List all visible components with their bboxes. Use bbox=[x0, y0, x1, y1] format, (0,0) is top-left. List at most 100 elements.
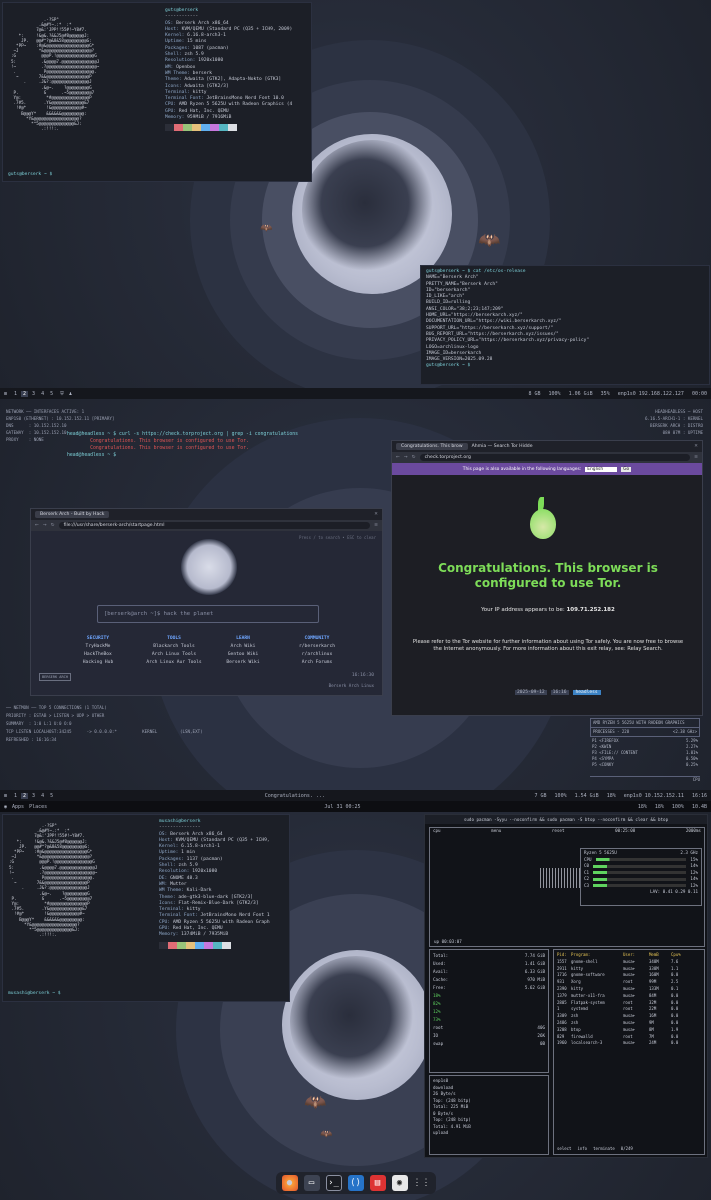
proc-footer-item[interactable]: terminate bbox=[593, 1146, 615, 1153]
info-key: Packages: bbox=[165, 45, 193, 51]
tab-berserk-arch[interactable]: Berserk Arch - Built by Hack bbox=[35, 511, 110, 518]
startpage-link[interactable]: Blackarch Tools bbox=[144, 643, 204, 651]
back-icon[interactable]: ← bbox=[35, 523, 39, 528]
proc-footer-item[interactable]: 0/249 bbox=[621, 1146, 633, 1153]
firefox-icon[interactable]: ● bbox=[281, 1175, 298, 1191]
startpage-link[interactable]: Hacking Hub bbox=[68, 659, 128, 667]
startpage-link[interactable]: r/archlinux bbox=[287, 651, 347, 659]
startpage-link[interactable]: Arch Forums bbox=[287, 659, 347, 667]
startpage-link[interactable]: Arch Linux Tools bbox=[144, 651, 204, 659]
settings-icon[interactable]: ◉ bbox=[391, 1175, 408, 1191]
proc-row[interactable]: 2805 Flatpak-system root 32M 0.0 bbox=[557, 1000, 701, 1007]
disk-name: IO bbox=[433, 1033, 439, 1038]
proc-cell: kitty bbox=[571, 965, 584, 971]
proc-row[interactable]: 1557 gnome-shell musa+ 348M 7.6 bbox=[557, 959, 701, 966]
proc-list[interactable]: 1557 gnome-shell musa+ 348M 7.6 2911 kitty musa… bbox=[557, 959, 701, 1047]
places-menu[interactable]: Places bbox=[29, 804, 47, 810]
neofetch-terminal[interactable]: .-?SP° .&@#Y~.:* :* 7@&:'JPP!!55#!~Y8#7.… bbox=[2, 814, 290, 1002]
proc-row[interactable]: 2390 kitty musa+ 133M 0.1 bbox=[557, 986, 701, 993]
terminal-prompt[interactable]: guts@berserk ~ $ bbox=[8, 172, 52, 178]
apps-icon[interactable]: ⊞ bbox=[4, 793, 7, 799]
startpage-link[interactable]: TryHackMe bbox=[68, 643, 128, 651]
workspace-1[interactable]: 1 bbox=[12, 793, 19, 799]
btop-interval[interactable]: 2000ms bbox=[686, 828, 701, 833]
proc-row[interactable]: 3309 zsh musa+ 16M 0.0 bbox=[557, 1013, 701, 1020]
proc-footer-item[interactable]: select bbox=[557, 1146, 571, 1153]
proc-row[interactable]: 1 systemd root 22M 0.0 bbox=[557, 1006, 701, 1013]
menu-icon[interactable]: ≡ bbox=[694, 455, 698, 460]
language-select[interactable]: English bbox=[585, 466, 618, 472]
proc-row[interactable]: 931 Xorg root 99M 2.5 bbox=[557, 979, 701, 986]
address-bar[interactable]: file:///usr/share/berserk-arch/startpage… bbox=[58, 522, 371, 529]
proc-cell: 32M bbox=[649, 999, 657, 1005]
proc-row[interactable]: 2911 kitty musa+ 338M 1.1 bbox=[557, 966, 701, 973]
info-key: DE: bbox=[159, 875, 171, 881]
files-icon[interactable]: ▭ bbox=[303, 1175, 320, 1191]
proc-cell: 1960 bbox=[557, 1040, 567, 1046]
forward-icon[interactable]: → bbox=[43, 523, 47, 528]
status-item: 16:16 bbox=[691, 792, 707, 799]
startpage-link[interactable]: HackTheBox bbox=[68, 651, 128, 659]
startpage-browser-window[interactable]: Berserk Arch - Built by Hack ✕ ← → ↻ fil… bbox=[30, 508, 383, 696]
go-button[interactable]: Go bbox=[621, 466, 632, 472]
startpage-link[interactable]: Arch Linux Aur Tools bbox=[144, 659, 204, 667]
workspace-switcher[interactable]: 12345 bbox=[12, 390, 55, 397]
info-value: 6.16.8-arch3-1 bbox=[187, 33, 226, 39]
terminal-line: Congratulations. This browser is configu… bbox=[67, 446, 249, 451]
workspace-3[interactable]: 3 bbox=[30, 793, 37, 799]
proc-row[interactable]: 1379 mutter-x11-fra musa+ 84M 0.0 bbox=[557, 993, 701, 1000]
address-bar[interactable]: check.torproject.org bbox=[419, 454, 691, 461]
info-value: AMD Ryzen 5 5625U with Radeon Graph bbox=[172, 919, 270, 925]
workspace-switcher[interactable]: 12345 bbox=[12, 792, 55, 799]
terminal-icon[interactable]: ›_ bbox=[325, 1175, 342, 1191]
btop-window[interactable]: sudo pacman -Syyu --noconfirm && sudo pa… bbox=[424, 814, 708, 1158]
reload-icon[interactable]: ↻ bbox=[51, 523, 55, 528]
tor-browser-window[interactable]: Congratulations. This brow Ahmia — Searc… bbox=[391, 440, 703, 716]
startpage-link[interactable]: r/berserkarch bbox=[287, 643, 347, 651]
apps-icon[interactable]: ⊞ bbox=[4, 391, 7, 397]
app-icon[interactable]: ▤ bbox=[369, 1175, 386, 1191]
startpage-link[interactable]: Gentoo Wiki bbox=[213, 651, 273, 659]
menu-icon[interactable]: ≡ bbox=[374, 523, 378, 528]
terminal-prompt[interactable]: musashi@berserk ~ $ bbox=[8, 991, 61, 997]
show-apps-icon[interactable]: ⋮⋮ bbox=[413, 1175, 431, 1191]
btop-menu[interactable]: menu bbox=[491, 828, 501, 833]
close-icon[interactable]: ✕ bbox=[694, 444, 698, 449]
curl-terminal[interactable]: head@headless ~ $ curl -s https://check.… bbox=[62, 428, 392, 490]
back-icon[interactable]: ← bbox=[396, 455, 400, 460]
btop-reset[interactable]: reset bbox=[552, 828, 565, 833]
proc-row[interactable]: 1716 gnome-software musa+ 160M 0.0 bbox=[557, 972, 701, 979]
proc-row[interactable]: 1960 localsearch-3 musa+ 24M 0.0 bbox=[557, 1040, 701, 1047]
startpage-link[interactable]: Berserk Wiki bbox=[213, 659, 273, 667]
tab-ahmia[interactable]: Ahmia — Search Tor Hidde bbox=[472, 444, 533, 449]
vscode-icon[interactable]: ⟨⟩ bbox=[347, 1175, 364, 1191]
proc-row[interactable]: 2486 zsh musa+ 9M 0.0 bbox=[557, 1020, 701, 1027]
proc-row[interactable]: 3208 btop musa+ 8M 1.9 bbox=[557, 1027, 701, 1034]
info-value: Red Hat, Inc. QEMU bbox=[178, 108, 229, 114]
os-release-terminal[interactable]: guts@berserk ~ $ cat /etc/os-release NAM… bbox=[420, 265, 710, 385]
proc-row[interactable]: 829 firewalld root 7M 0.0 bbox=[557, 1034, 701, 1041]
startpage-search[interactable]: [berserk@arch ~]$ hack the planet bbox=[97, 605, 319, 623]
workspace-2[interactable]: 2 bbox=[21, 792, 29, 799]
startpage-link[interactable]: Arch Wiki bbox=[213, 643, 273, 651]
clock[interactable]: Jul 31 00:25 bbox=[52, 804, 633, 810]
reload-icon[interactable]: ↻ bbox=[412, 455, 416, 460]
proc-footer-item[interactable]: info bbox=[577, 1146, 587, 1153]
info-value: KVM/QEMU (Standard PC (Q35 + ICH9, bbox=[175, 837, 270, 843]
close-icon[interactable]: ✕ bbox=[374, 512, 378, 517]
proc-cell: 2805 bbox=[557, 999, 567, 1005]
workspace-2[interactable]: 2 bbox=[21, 390, 29, 397]
workspace-4[interactable]: 4 bbox=[39, 793, 46, 799]
tab-congratulations[interactable]: Congratulations. This brow bbox=[396, 443, 468, 450]
activities-icon[interactable]: ◉ bbox=[4, 804, 7, 810]
mem-value: 5.62 GiB bbox=[524, 985, 545, 990]
forward-icon[interactable]: → bbox=[404, 455, 408, 460]
workspace-1[interactable]: 1 bbox=[12, 391, 19, 397]
workspace-4[interactable]: 4 bbox=[39, 391, 46, 397]
workspace-3[interactable]: 3 bbox=[30, 391, 37, 397]
workspace-5[interactable]: 5 bbox=[48, 793, 55, 799]
terminal-prompt[interactable]: guts@berserk ~ $ bbox=[426, 363, 704, 369]
neofetch-terminal[interactable]: .-?SP° .&@#Y~.:* :* 7@&:'JPP!!55#!~Y8#7.… bbox=[2, 2, 312, 182]
workspace-5[interactable]: 5 bbox=[48, 391, 55, 397]
apps-menu[interactable]: Apps bbox=[12, 804, 24, 810]
